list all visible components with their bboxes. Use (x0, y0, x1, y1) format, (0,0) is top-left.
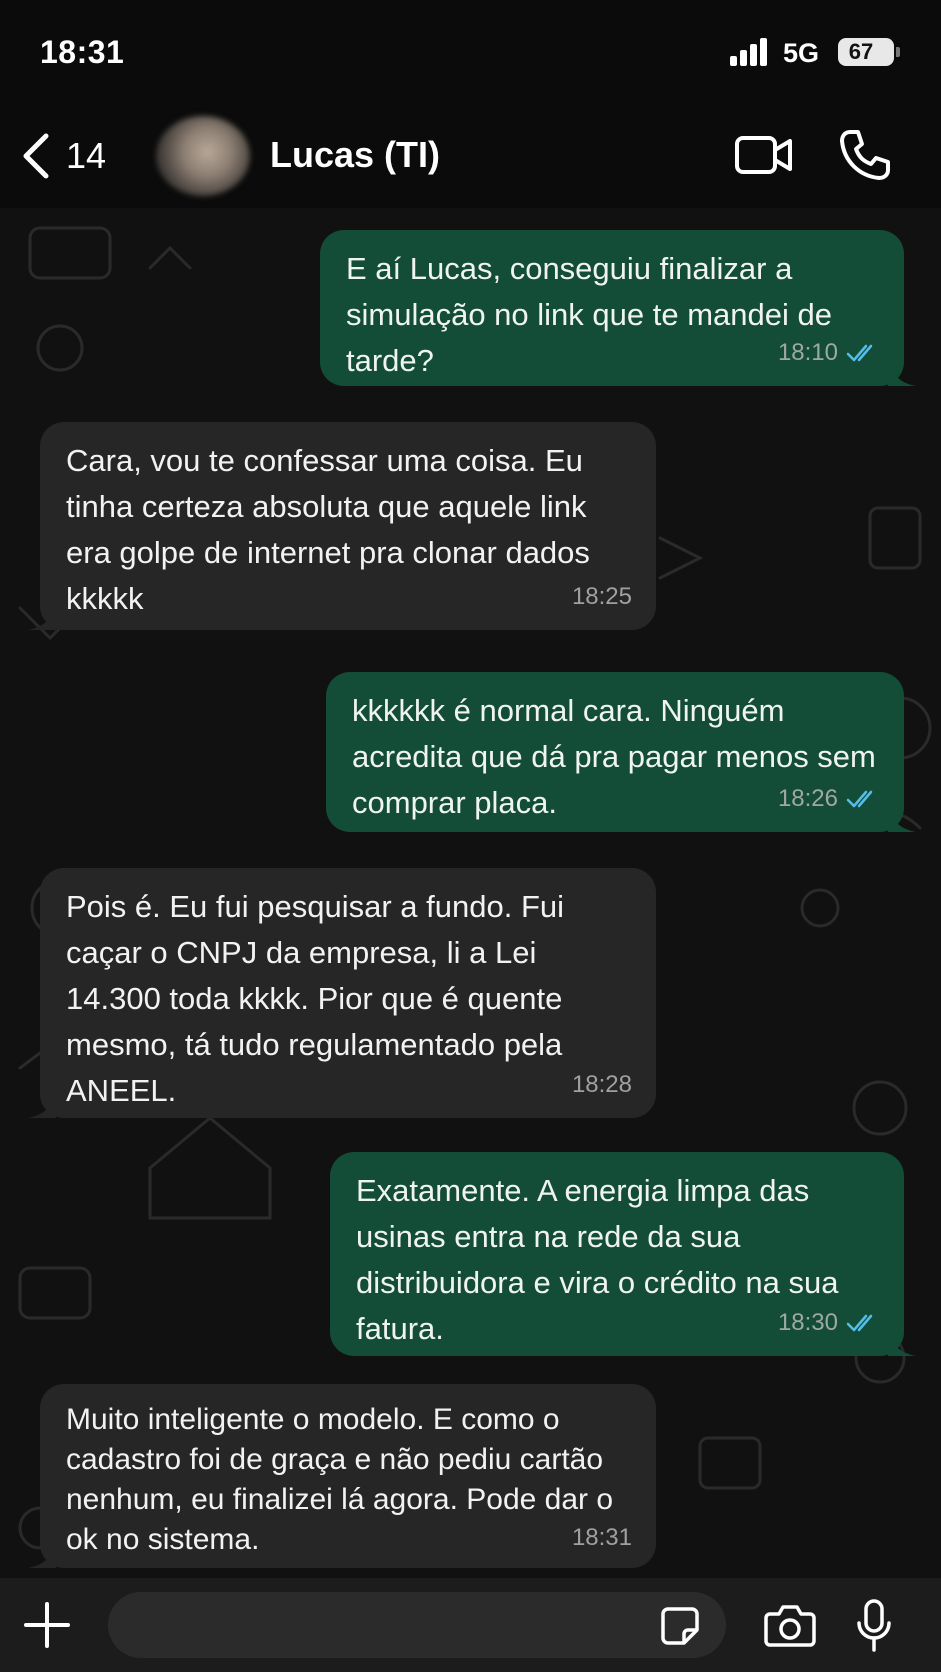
message-text: Muito inteligente o modelo. E como o cad… (66, 1403, 614, 1556)
voice-call-button[interactable] (838, 128, 892, 182)
unread-count: 14 (66, 135, 107, 176)
message-meta: 18:31 (572, 1518, 632, 1558)
message-outgoing[interactable]: E aí Lucas, conseguiu finalizar a simula… (320, 230, 916, 386)
chevron-left-icon (23, 133, 49, 179)
message-meta: 18:28 (572, 1062, 632, 1108)
sticker-icon (661, 1607, 699, 1645)
video-camera-icon (735, 136, 792, 174)
message-time: 18:10 (777, 339, 838, 366)
message-time: 18:30 (777, 1309, 838, 1336)
message-outgoing[interactable]: Exatamente. A energia limpa das usinas e… (330, 1152, 916, 1356)
sticker-button[interactable] (660, 1606, 700, 1646)
battery-icon: 67 (838, 38, 900, 66)
plus-icon (24, 1602, 70, 1648)
message-meta: 18:26 (778, 776, 880, 822)
message-meta: 18:30 (778, 1300, 880, 1346)
message-incoming[interactable]: Cara, vou te confessar uma coisa. Eu tin… (28, 422, 656, 630)
message-outgoing[interactable]: kkkkkk é normal cara. Ninguém acredita q… (326, 672, 916, 832)
chat-header: 14 Lucas (TI) (0, 104, 941, 208)
status-bar: 18:31 5G 67 (0, 0, 941, 104)
message-incoming[interactable]: Muito inteligente o modelo. E como o cad… (28, 1384, 656, 1568)
microphone-icon (857, 1599, 891, 1652)
status-time: 18:31 (40, 34, 125, 70)
message-time: 18:26 (777, 785, 838, 812)
chat-thread[interactable]: E aí Lucas, conseguiu finalizar a simula… (0, 208, 941, 1578)
phone-icon (840, 130, 890, 180)
contact-name[interactable]: Lucas (TI) (270, 134, 440, 176)
double-check-icon (846, 790, 873, 808)
battery-level: 67 (848, 39, 874, 64)
video-call-button[interactable] (734, 130, 794, 180)
message-input[interactable] (108, 1592, 726, 1658)
camera-icon (764, 1605, 816, 1647)
network-type: 5G (783, 38, 820, 68)
back-button[interactable]: 14 (22, 126, 132, 186)
message-meta: 18:25 (572, 574, 632, 620)
camera-button[interactable] (764, 1602, 816, 1648)
microphone-button[interactable] (856, 1598, 892, 1654)
signal-strength-icon (730, 38, 770, 66)
message-incoming[interactable]: Pois é. Eu fui pesquisar a fundo. Fui ca… (28, 868, 656, 1118)
message-text: Pois é. Eu fui pesquisar a fundo. Fui ca… (66, 889, 565, 1108)
message-meta: 18:10 (778, 330, 880, 376)
composer-bar (0, 1578, 941, 1672)
message-time: 18:25 (571, 583, 632, 610)
double-check-icon (846, 1314, 873, 1332)
message-time: 18:31 (571, 1524, 632, 1551)
attach-button[interactable] (22, 1600, 72, 1650)
message-text: Cara, vou te confessar uma coisa. Eu tin… (66, 443, 590, 616)
message-time: 18:28 (571, 1071, 632, 1098)
double-check-icon (846, 344, 873, 362)
avatar[interactable] (156, 116, 250, 196)
